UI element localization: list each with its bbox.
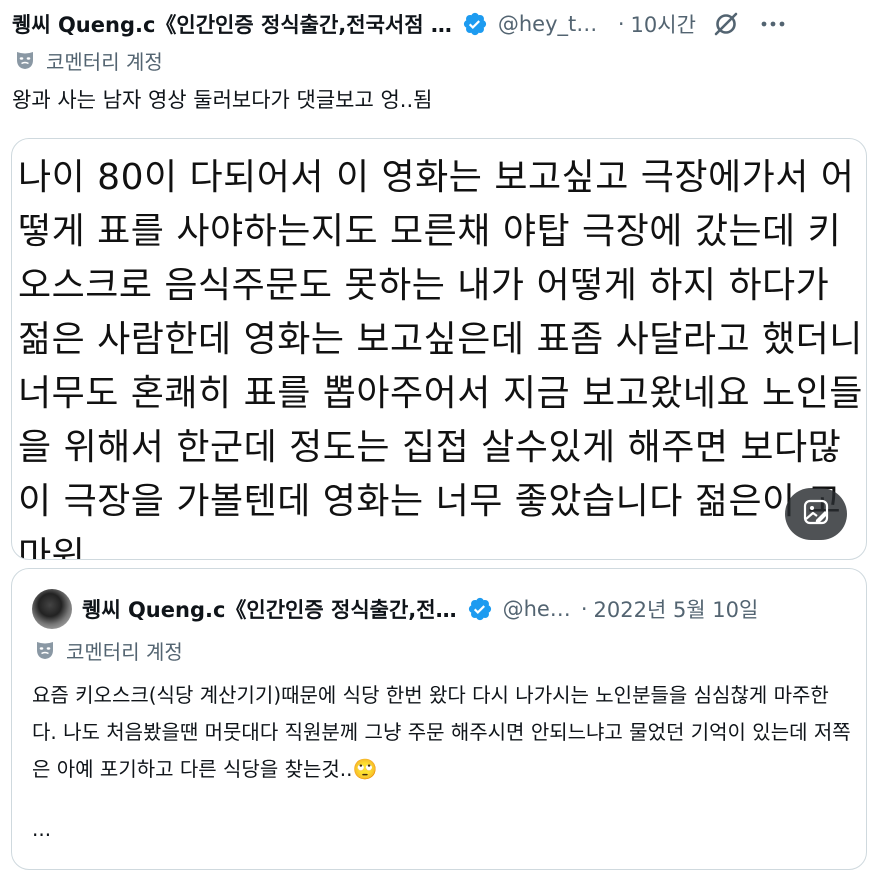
- theater-mask-icon: [34, 639, 56, 661]
- more-icon[interactable]: [758, 10, 788, 38]
- quoted-tweet-header: 퀭씨 Queng.c《인간인증 정식출간,전… @he… · 2022년 5월 …: [32, 589, 852, 629]
- commentary-label-text: 코멘터리 계정: [46, 49, 163, 74]
- quoted-author-name[interactable]: 퀭씨 Queng.c《인간인증 정식출간,전…: [82, 594, 457, 624]
- tweet-image[interactable]: 나이 80이 다되어서 이 영화는 보고싶고 극장에가서 어떻게 표를 사야하는…: [11, 138, 867, 560]
- quoted-tweet-more: ...: [32, 817, 52, 841]
- separator-dot: ·: [580, 597, 588, 621]
- quoted-tweet[interactable]: 퀭씨 Queng.c《인간인증 정식출간,전… @he… · 2022년 5월 …: [11, 568, 867, 870]
- avatar[interactable]: [32, 589, 72, 629]
- quoted-author-handle[interactable]: @he…: [503, 597, 571, 621]
- grok-icon[interactable]: [712, 10, 740, 38]
- tweet-time[interactable]: 10시간: [631, 9, 696, 39]
- quoted-tweet-text: 요즘 키오스크(식당 계산기기)때문에 식당 한번 왔다 다시 나가시는 노인분…: [32, 683, 851, 781]
- separator-dot: ·: [617, 12, 625, 36]
- quoted-commentary-label-text: 코멘터리 계정: [66, 639, 183, 664]
- theater-mask-icon: [14, 49, 36, 71]
- quoted-commentary-label: 코멘터리 계정: [34, 635, 183, 665]
- quoted-tweet-date[interactable]: 2022년 5월 10일: [594, 594, 759, 624]
- author-name[interactable]: 퀭씨 Queng.c《인간인증 정식출간,전국서점 …: [12, 9, 452, 39]
- image-edit-button[interactable]: [785, 488, 847, 540]
- author-handle[interactable]: @hey_ti…: [498, 12, 598, 36]
- tweet-text: 왕과 사는 남자 영상 둘러보다가 댓글보고 엉..됨: [12, 88, 433, 112]
- image-edit-icon: [801, 497, 831, 531]
- commentary-label: 코멘터리 계정: [14, 45, 163, 75]
- tweet-header: 퀭씨 Queng.c《인간인증 정식출간,전국서점 … @hey_ti… · 1…: [12, 6, 863, 42]
- verified-badge-icon: [462, 11, 488, 37]
- image-comment-text: 나이 80이 다되어서 이 영화는 보고싶고 극장에가서 어떻게 표를 사야하는…: [18, 157, 863, 560]
- verified-badge-icon: [467, 596, 493, 622]
